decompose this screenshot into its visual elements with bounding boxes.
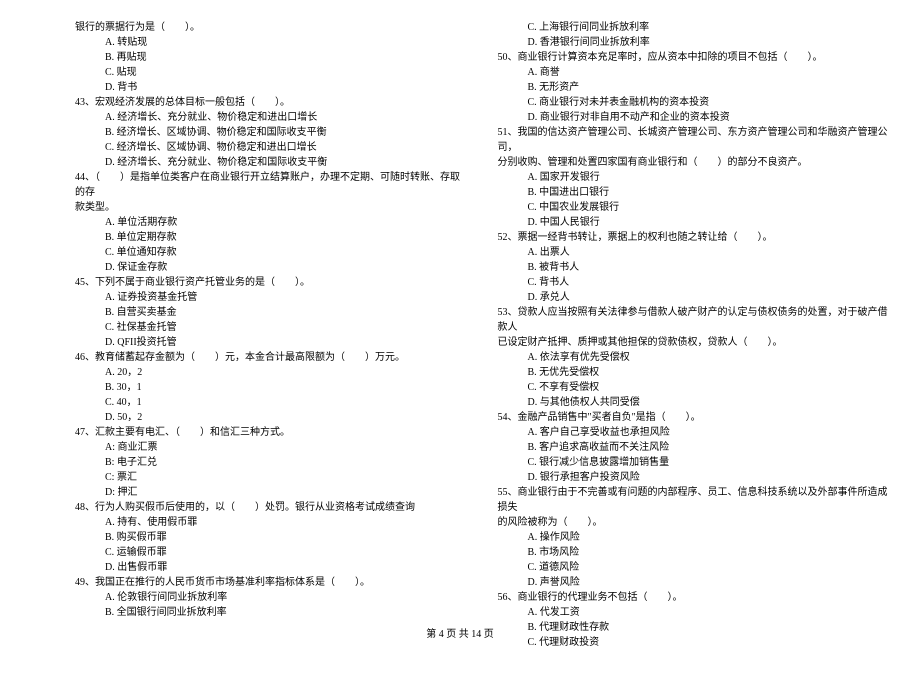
- option-text: C. 背书人: [498, 275, 891, 290]
- option-text: B. 经济增长、区域协调、物价稳定和国际收支平衡: [75, 125, 468, 140]
- option-text: A. 单位活期存款: [75, 215, 468, 230]
- option-text: B. 市场风险: [498, 545, 891, 560]
- option-text: B. 无形资产: [498, 80, 891, 95]
- question-text: 44、（ ）是指单位类客户在商业银行开立结算账户，办理不定期、可随时转账、存取的…: [75, 170, 468, 200]
- option-text: A: 商业汇票: [75, 440, 468, 455]
- option-text: A. 伦敦银行间同业拆放利率: [75, 590, 468, 605]
- question-text: 分别收购、管理和处置四家国有商业银行和（ ）的部分不良资产。: [498, 155, 891, 170]
- option-text: A. 国家开发银行: [498, 170, 891, 185]
- question-text: 52、票据一经背书转让，票据上的权利也随之转让给（ ）。: [498, 230, 891, 245]
- question-text: 已设定财产抵押、质押或其他担保的贷款债权，贷款人（ ）。: [498, 335, 891, 350]
- question-text: 51、我国的信达资产管理公司、长城资产管理公司、东方资产管理公司和华融资产管理公…: [498, 125, 891, 155]
- option-text: D. 承兑人: [498, 290, 891, 305]
- option-text: D. 香港银行间同业拆放利率: [498, 35, 891, 50]
- option-text: D. 经济增长、充分就业、物价稳定和国际收支平衡: [75, 155, 468, 170]
- option-text: C: 票汇: [75, 470, 468, 485]
- right-column: C. 上海银行间同业拆放利率D. 香港银行间同业拆放利率50、商业银行计算资本充…: [483, 20, 891, 650]
- option-text: D. 背书: [75, 80, 468, 95]
- option-text: D. 银行承担客户投资风险: [498, 470, 891, 485]
- option-text: D. 与其他债权人共同受偿: [498, 395, 891, 410]
- option-text: C. 40，1: [75, 395, 468, 410]
- question-text: 55、商业银行由于不完善或有问题的内部程序、员工、信息科技系统以及外部事件所造成…: [498, 485, 891, 515]
- option-text: D. 出售假币罪: [75, 560, 468, 575]
- question-text: 43、宏观经济发展的总体目标一般包括（ ）。: [75, 95, 468, 110]
- question-text: 款类型。: [75, 200, 468, 215]
- option-text: C. 经济增长、区域协调、物价稳定和进出口增长: [75, 140, 468, 155]
- question-text: 53、贷款人应当按照有关法律参与借款人破产财产的认定与债权债务的处置，对于破产借…: [498, 305, 891, 335]
- option-text: B. 30，1: [75, 380, 468, 395]
- option-text: B. 客户追求高收益而不关注风险: [498, 440, 891, 455]
- question-text: 的风险被称为（ ）。: [498, 515, 891, 530]
- option-text: A. 证券投资基金托管: [75, 290, 468, 305]
- option-text: C. 道德风险: [498, 560, 891, 575]
- option-text: B. 被背书人: [498, 260, 891, 275]
- option-text: B. 全国银行间同业拆放利率: [75, 605, 468, 620]
- option-text: A. 出票人: [498, 245, 891, 260]
- option-text: C. 社保基金托管: [75, 320, 468, 335]
- option-text: D: 押汇: [75, 485, 468, 500]
- question-text: 47、汇款主要有电汇、（ ）和信汇三种方式。: [75, 425, 468, 440]
- question-text: 54、金融产品销售中"买者自负"是指（ ）。: [498, 410, 891, 425]
- option-text: A. 商誉: [498, 65, 891, 80]
- option-text: D. 商业银行对非自用不动产和企业的资本投资: [498, 110, 891, 125]
- option-text: C. 不享有受偿权: [498, 380, 891, 395]
- option-text: A. 经济增长、充分就业、物价稳定和进出口增长: [75, 110, 468, 125]
- option-text: C. 单位通知存款: [75, 245, 468, 260]
- option-text: B. 自营买卖基金: [75, 305, 468, 320]
- option-text: C. 运输假币罪: [75, 545, 468, 560]
- option-text: D. 声誉风险: [498, 575, 891, 590]
- option-text: A. 客户自己享受收益也承担风险: [498, 425, 891, 440]
- question-text: 45、下列不属于商业银行资产托管业务的是（ ）。: [75, 275, 468, 290]
- option-text: B. 中国进出口银行: [498, 185, 891, 200]
- question-text: 银行的票据行为是（ ）。: [75, 20, 468, 35]
- option-text: B. 无优先受偿权: [498, 365, 891, 380]
- option-text: A. 20，2: [75, 365, 468, 380]
- option-text: A. 依法享有优先受偿权: [498, 350, 891, 365]
- option-text: A. 操作风险: [498, 530, 891, 545]
- question-text: 56、商业银行的代理业务不包括（ ）。: [498, 590, 891, 605]
- page-footer: 第 4 页 共 14 页: [0, 625, 920, 640]
- option-text: C. 中国农业发展银行: [498, 200, 891, 215]
- option-text: B. 购买假币罪: [75, 530, 468, 545]
- option-text: C. 商业银行对未并表金融机构的资本投资: [498, 95, 891, 110]
- option-text: B. 单位定期存款: [75, 230, 468, 245]
- left-column: 银行的票据行为是（ ）。A. 转贴现B. 再贴现C. 贴现D. 背书43、宏观经…: [75, 20, 483, 650]
- exam-page: 银行的票据行为是（ ）。A. 转贴现B. 再贴现C. 贴现D. 背书43、宏观经…: [0, 0, 920, 680]
- option-text: D. 中国人民银行: [498, 215, 891, 230]
- option-text: C. 贴现: [75, 65, 468, 80]
- question-text: 50、商业银行计算资本充足率时，应从资本中扣除的项目不包括（ ）。: [498, 50, 891, 65]
- option-text: A. 持有、使用假币罪: [75, 515, 468, 530]
- option-text: C. 银行减少信息披露增加销售量: [498, 455, 891, 470]
- option-text: A. 转贴现: [75, 35, 468, 50]
- option-text: D. QFII投资托管: [75, 335, 468, 350]
- option-text: B: 电子汇兑: [75, 455, 468, 470]
- option-text: D. 保证金存款: [75, 260, 468, 275]
- question-text: 49、我国正在推行的人民币货币市场基准利率指标体系是（ ）。: [75, 575, 468, 590]
- option-text: D. 50，2: [75, 410, 468, 425]
- option-text: A. 代发工资: [498, 605, 891, 620]
- question-text: 48、行为人购买假币后使用的，以（ ）处罚。银行从业资格考试成绩查询: [75, 500, 468, 515]
- option-text: C. 上海银行间同业拆放利率: [498, 20, 891, 35]
- question-text: 46、教育储蓄起存金额为（ ）元，本金合计最高限额为（ ）万元。: [75, 350, 468, 365]
- option-text: B. 再贴现: [75, 50, 468, 65]
